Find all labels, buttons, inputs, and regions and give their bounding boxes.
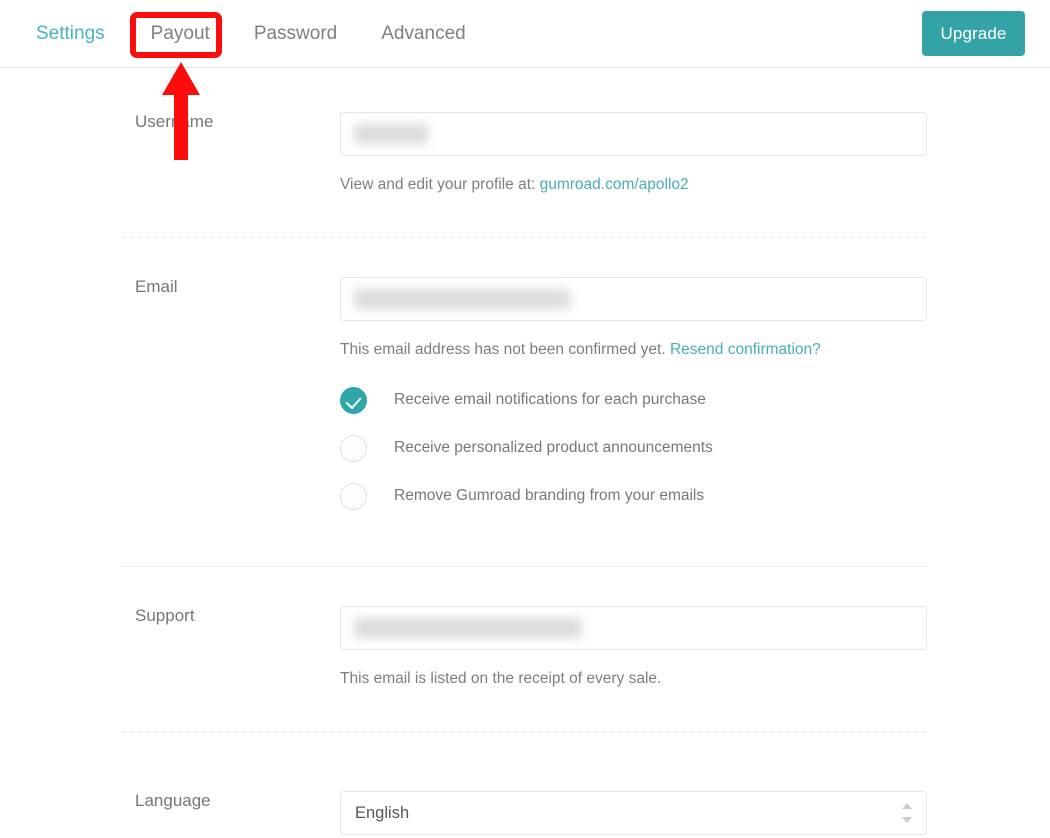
support-helper-text: This email is listed on the receipt of e… [340, 670, 662, 688]
checkbox-remove-branding[interactable]: Remove Gumroad branding from your emails [340, 482, 927, 510]
email-input[interactable] [340, 276, 927, 321]
form-row-support: Support This email is listed on the rece… [0, 567, 1050, 690]
form-row-language: Language English [0, 732, 1050, 836]
settings-form: Username View and edit your profile at: … [0, 68, 1050, 836]
username-input-wrap [340, 112, 927, 156]
tab-password[interactable]: Password [232, 0, 359, 67]
language-selected-value: English [355, 803, 410, 822]
username-helper-text: View and edit your profile at: gumroad.c… [340, 174, 927, 196]
email-field-group: This email address has not been confirme… [340, 276, 1050, 511]
username-field-group: View and edit your profile at: gumroad.c… [340, 112, 1050, 196]
option-label: Remove Gumroad branding from your emails [394, 487, 705, 505]
language-select[interactable]: English [340, 791, 927, 836]
support-label: Support [135, 606, 195, 626]
tab-payout[interactable]: Payout [129, 0, 232, 67]
checkbox-circle-icon[interactable] [340, 482, 367, 510]
support-field-group: This email is listed on the receipt of e… [340, 606, 1050, 690]
support-input-wrap [340, 606, 927, 651]
checkbox-product-announcements[interactable]: Receive personalized product announcemen… [340, 434, 927, 462]
email-options-list: Receive email notifications for each pur… [340, 386, 927, 510]
username-helper-prefix: View and edit your profile at: [340, 176, 540, 193]
option-label: Receive personalized product announcemen… [394, 439, 713, 457]
profile-url-link[interactable]: gumroad.com/apollo2 [540, 176, 689, 193]
email-input-wrap [340, 276, 927, 321]
username-input[interactable] [340, 112, 927, 156]
email-label: Email [135, 276, 178, 296]
settings-tab-list: Settings Payout Password Advanced [36, 0, 488, 67]
form-row-email: Email This email address has not been co… [0, 238, 1050, 511]
checkbox-email-notifications[interactable]: Receive email notifications for each pur… [340, 386, 927, 414]
language-label: Language [135, 791, 211, 811]
language-select-wrap: English [340, 791, 927, 836]
language-field-group: English [340, 791, 1050, 836]
upgrade-button[interactable]: Upgrade [922, 11, 1025, 56]
form-row-username: Username View and edit your profile at: … [0, 68, 1050, 196]
tab-advanced[interactable]: Advanced [359, 0, 488, 67]
username-label: Username [135, 112, 214, 131]
resend-confirmation-link[interactable]: Resend confirmation? [670, 341, 821, 358]
top-tab-bar: Settings Payout Password Advanced Upgrad… [0, 0, 1050, 68]
option-label: Receive email notifications for each pur… [394, 391, 706, 409]
checkbox-circle-icon[interactable] [340, 434, 367, 462]
tab-settings[interactable]: Settings [36, 0, 129, 67]
check-icon[interactable] [340, 386, 367, 414]
email-helper-prefix: This email address has not been confirme… [340, 340, 670, 358]
email-helper-text: This email address has not been confirme… [340, 339, 927, 361]
support-email-input[interactable] [340, 606, 927, 651]
